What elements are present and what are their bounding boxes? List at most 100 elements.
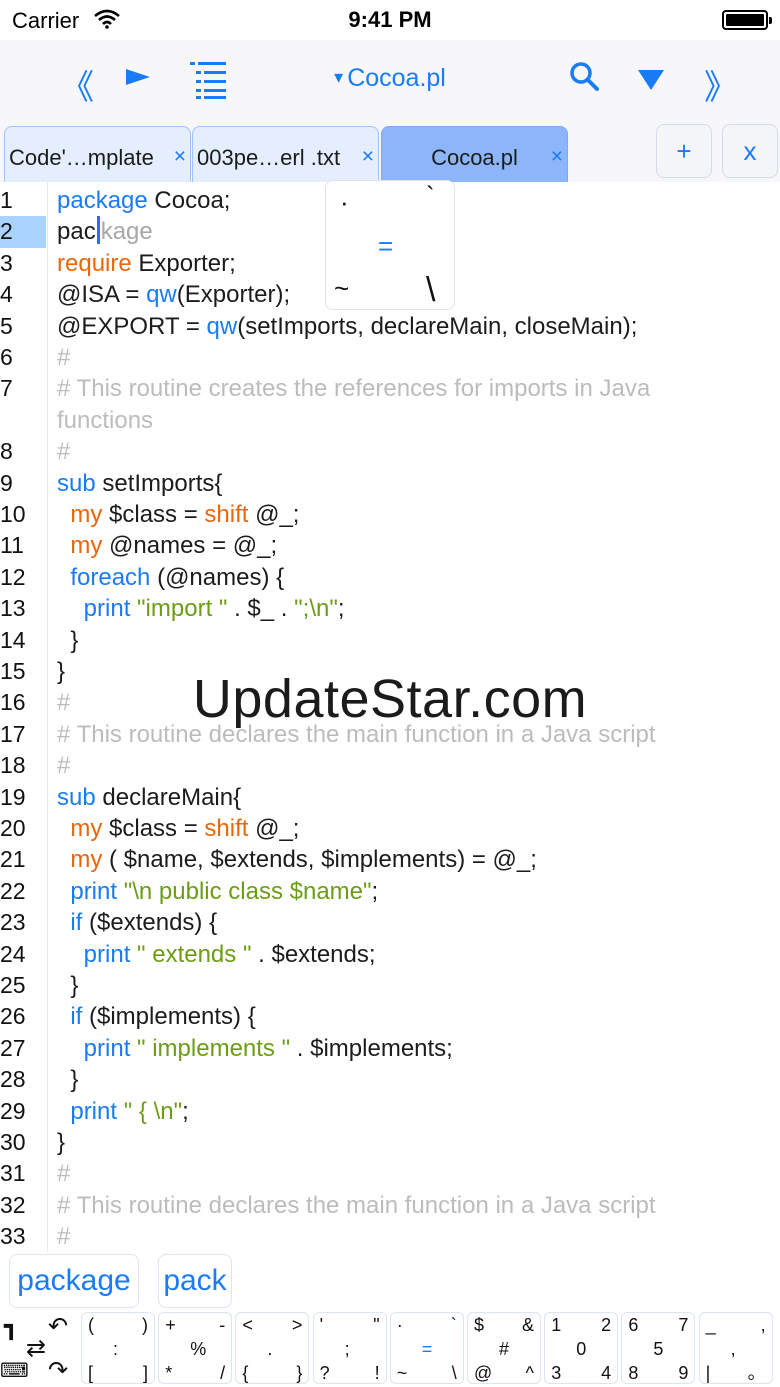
code-line[interactable]: @EXPORT = qw(setImports, declareMain, cl…: [57, 311, 637, 342]
code-line[interactable]: @ISA = qw(Exporter);: [57, 279, 290, 310]
symbol-key[interactable]: $ & # @ ^: [467, 1312, 541, 1384]
code-line[interactable]: pac kage: [57, 216, 153, 247]
code-token: . $implements;: [290, 1034, 453, 1062]
code-token: my: [70, 501, 103, 528]
close-icon[interactable]: ×: [174, 145, 186, 169]
corner-arrow-icon[interactable]: ┓: [4, 1312, 18, 1341]
suggestion-pack[interactable]: pack: [158, 1254, 232, 1308]
tab-code-template[interactable]: Code'…mplate ×: [4, 126, 191, 182]
key-glyph: ·: [396, 1315, 403, 1335]
code-token: require: [57, 249, 132, 277]
symbol-key[interactable]: (): []: [81, 1312, 155, 1384]
tilde-key[interactable]: ~: [334, 273, 349, 304]
undo-icon[interactable]: ↶: [48, 1312, 68, 1341]
backslash-key[interactable]: \: [426, 271, 435, 310]
key-glyph: ~: [396, 1363, 408, 1383]
key-glyph: &: [521, 1315, 534, 1335]
code-line[interactable]: if ($extends) {: [57, 907, 217, 938]
code-line[interactable]: #: [57, 436, 70, 467]
key-glyph: ": [373, 1315, 380, 1335]
tab-cocoa-pl[interactable]: Cocoa.pl ×: [381, 126, 568, 182]
code-line[interactable]: sub declareMain{: [57, 782, 241, 813]
clock: 9:41 PM: [348, 7, 432, 32]
code-line[interactable]: }: [57, 1064, 78, 1095]
key-glyph: 5: [653, 1339, 664, 1359]
symbol-key[interactable]: < >. {}: [235, 1312, 310, 1384]
close-icon[interactable]: ×: [362, 145, 374, 169]
key-glyph: 8: [628, 1363, 639, 1383]
code-line[interactable]: require Exporter;: [57, 248, 236, 279]
code-line[interactable]: sub setImports{: [57, 468, 222, 499]
double-chevron-right-icon[interactable]: 》: [704, 60, 738, 109]
key-glyph: (: [88, 1315, 94, 1335]
search-icon[interactable]: [568, 60, 600, 97]
code-line[interactable]: }: [57, 970, 78, 1001]
code-line[interactable]: print " extends " . $extends;: [57, 939, 376, 970]
code-line[interactable]: print " implements " . $implements;: [57, 1033, 453, 1064]
code-line[interactable]: print "\n public class $name";: [57, 876, 378, 907]
symbol-key[interactable]: 1 203 4: [544, 1312, 619, 1384]
code-line[interactable]: package Cocoa;: [57, 185, 230, 216]
symbol-key[interactable]: 6 758 9: [621, 1312, 696, 1384]
code-token: setImports{: [95, 469, 223, 497]
key-glyph: -: [219, 1315, 226, 1335]
key-glyph: 4: [601, 1363, 612, 1383]
code-line[interactable]: #: [57, 1221, 70, 1252]
symbol-key[interactable]: · ` = ~ \: [389, 1312, 464, 1384]
symbol-key[interactable]: + -% * /: [158, 1312, 233, 1384]
code-line[interactable]: #: [57, 342, 70, 373]
key-glyph: 3: [551, 1363, 562, 1383]
special-keys: ┓ ↶ ⇄ ⌨ ↷: [0, 1312, 80, 1384]
close-icon[interactable]: ×: [551, 145, 563, 169]
swap-icon[interactable]: ⇄: [26, 1334, 46, 1363]
code-token: ";\n": [294, 595, 338, 623]
code-line[interactable]: my $class = shift @_;: [57, 813, 299, 844]
code-token: "import ": [137, 595, 228, 623]
code-token: sub: [57, 469, 96, 497]
code-line[interactable]: # This routine creates the references fo…: [57, 373, 650, 404]
code-line[interactable]: foreach (@names) {: [57, 562, 284, 593]
suggestion-package[interactable]: package: [9, 1254, 139, 1308]
code-token: "\n public class $name": [123, 877, 372, 905]
code-token: @_;: [248, 815, 300, 842]
code-token: ( $name, $extends, $implements) = @_;: [102, 846, 537, 874]
key-glyph: %: [190, 1339, 207, 1359]
code-line[interactable]: #: [57, 750, 70, 781]
code-line[interactable]: # This routine declares the main functio…: [57, 1190, 656, 1221]
line-number: 21: [0, 846, 26, 873]
code-line[interactable]: print "import " . $_ . ";\n";: [57, 593, 345, 624]
symbol-key[interactable]: _,, | 。: [698, 1312, 773, 1384]
code-token: }: [57, 972, 79, 999]
code-token: " extends ": [137, 940, 252, 968]
tab-003perl-txt[interactable]: 003pe…erl .txt ×: [192, 126, 379, 182]
triangle-down-icon[interactable]: [636, 68, 666, 97]
code-line[interactable]: }: [57, 625, 78, 656]
close-tab-button[interactable]: x: [722, 124, 778, 178]
code-line[interactable]: }: [57, 1127, 65, 1158]
key-glyph: +: [165, 1315, 176, 1335]
equals-key[interactable]: =: [378, 231, 393, 262]
code-line[interactable]: if ($implements) {: [57, 1001, 255, 1032]
dot-key[interactable]: ·: [340, 187, 349, 218]
code-line[interactable]: my @names = @_;: [57, 530, 277, 561]
backtick-key[interactable]: `: [426, 181, 435, 212]
key-glyph: }: [296, 1363, 303, 1383]
keyboard-icon[interactable]: ⌨: [0, 1358, 29, 1383]
key-glyph: 7: [678, 1315, 689, 1335]
code-line[interactable]: print " { \n";: [57, 1096, 188, 1127]
line-number: 27: [0, 1034, 26, 1061]
line-number: 24: [0, 940, 26, 967]
code-line[interactable]: functions: [57, 405, 153, 436]
redo-icon[interactable]: ↷: [48, 1356, 68, 1385]
line-number: 20: [0, 815, 26, 841]
code-line[interactable]: my $class = shift @_;: [57, 499, 299, 530]
code-token: my: [70, 846, 103, 874]
add-tab-button[interactable]: +: [656, 124, 712, 178]
code-line[interactable]: my ( $name, $extends, $implements) = @_;: [57, 844, 537, 875]
code-line[interactable]: #: [57, 1158, 70, 1189]
symbol-key[interactable]: ' ";?!: [312, 1312, 387, 1384]
key-glyph: $: [474, 1315, 485, 1335]
code-token: @names = @_;: [102, 532, 278, 560]
